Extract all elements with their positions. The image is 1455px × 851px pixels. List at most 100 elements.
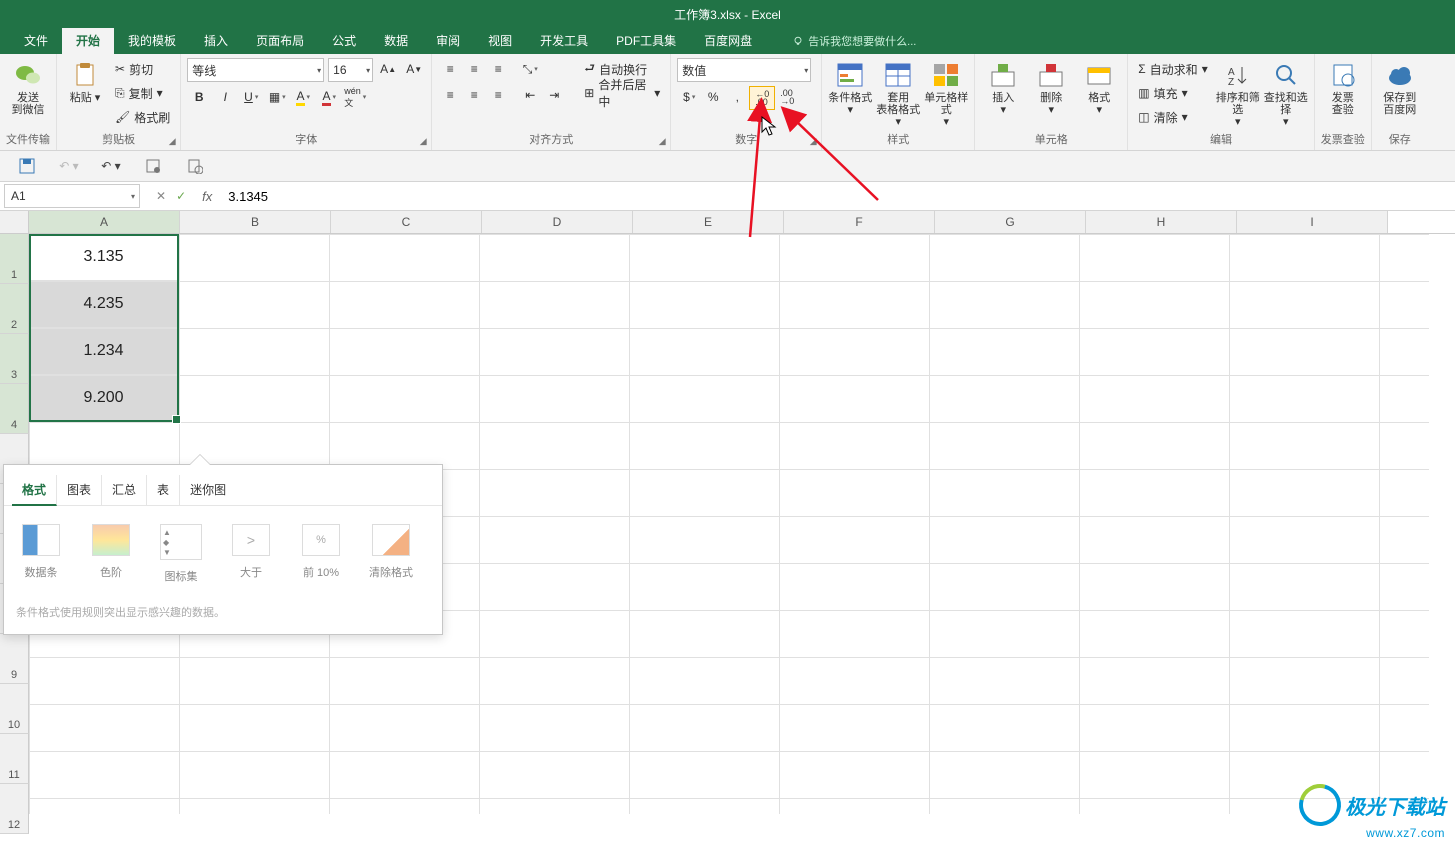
row-header-12[interactable]: 12 bbox=[0, 784, 29, 834]
font-family-combo[interactable]: 等线▾ bbox=[187, 58, 324, 82]
sort-filter-button[interactable]: AZ排序和筛选▾ bbox=[1216, 58, 1260, 131]
cell-styles-button[interactable]: 单元格样式▾ bbox=[924, 58, 968, 131]
cell-A3[interactable]: 1.234 bbox=[29, 328, 179, 375]
invoice-check-button[interactable]: 发票 查验 bbox=[1321, 58, 1365, 131]
qa-databar[interactable]: 数据条 bbox=[14, 524, 68, 584]
qa-greater-than[interactable]: >大于 bbox=[224, 524, 278, 584]
align-center-button[interactable]: ≡ bbox=[462, 84, 486, 106]
autosum-button[interactable]: Σ自动求和 ▾ bbox=[1134, 58, 1211, 80]
font-color-button[interactable]: A bbox=[317, 86, 341, 108]
col-header-H[interactable]: H bbox=[1086, 211, 1237, 233]
decrease-font-button[interactable]: A▼ bbox=[403, 58, 425, 80]
phonetic-button[interactable]: wén文 bbox=[343, 86, 367, 108]
underline-button[interactable]: U bbox=[239, 86, 263, 108]
number-launcher[interactable]: ◢ bbox=[807, 136, 819, 148]
qa-colorscale[interactable]: 色阶 bbox=[84, 524, 138, 584]
qa-iconset[interactable]: ▲◆▼图标集 bbox=[154, 524, 208, 584]
align-top-button[interactable]: ≡ bbox=[438, 58, 462, 80]
tell-me-search[interactable]: 告诉我您想要做什么... bbox=[786, 28, 922, 54]
fill-button[interactable]: ▥填充 ▾ bbox=[1134, 82, 1211, 104]
print-preview-button[interactable] bbox=[182, 155, 208, 177]
qa-tab-totals[interactable]: 汇总 bbox=[102, 475, 147, 505]
paste-button[interactable]: 粘贴 ▾ bbox=[63, 58, 107, 131]
merge-center-button[interactable]: ⊞合并后居中 ▾ bbox=[580, 82, 664, 104]
indent-decrease-button[interactable]: ⇤ bbox=[518, 84, 542, 106]
comma-button[interactable]: , bbox=[725, 86, 749, 108]
qa-tab-chart[interactable]: 图表 bbox=[57, 475, 102, 505]
row-header-1[interactable]: 1 bbox=[0, 234, 29, 284]
clipboard-launcher[interactable]: ◢ bbox=[166, 136, 178, 148]
cancel-formula-button[interactable]: ✕ bbox=[156, 189, 166, 203]
cut-button[interactable]: ✂剪切 bbox=[111, 58, 174, 80]
tab-baidu[interactable]: 百度网盘 bbox=[690, 27, 766, 54]
row-header-3[interactable]: 3 bbox=[0, 334, 29, 384]
row-header-4[interactable]: 4 bbox=[0, 384, 29, 434]
col-header-C[interactable]: C bbox=[331, 211, 482, 233]
currency-button[interactable]: $ bbox=[677, 86, 701, 108]
insert-cells-button[interactable]: 插入▾ bbox=[981, 58, 1025, 131]
copy-button[interactable]: ⎘复制 ▾ bbox=[111, 82, 174, 104]
cell-area[interactable]: /* cells drawn below via absolutely-posi… bbox=[29, 234, 1429, 814]
row-header-2[interactable]: 2 bbox=[0, 284, 29, 334]
tab-file[interactable]: 文件 bbox=[10, 27, 62, 54]
tab-pdf[interactable]: PDF工具集 bbox=[602, 27, 690, 54]
touch-mode-button[interactable] bbox=[140, 155, 166, 177]
qa-top10[interactable]: %前 10% bbox=[294, 524, 348, 584]
name-box[interactable]: A1▾ bbox=[4, 184, 140, 208]
number-format-combo[interactable]: 数值▾ bbox=[677, 58, 811, 82]
decrease-decimal-button[interactable]: .00→0 bbox=[775, 86, 799, 108]
fx-icon[interactable]: fx bbox=[202, 189, 212, 204]
font-launcher[interactable]: ◢ bbox=[417, 136, 429, 148]
formula-input[interactable] bbox=[222, 185, 1455, 207]
enter-formula-button[interactable]: ✓ bbox=[176, 189, 186, 203]
col-header-D[interactable]: D bbox=[482, 211, 633, 233]
select-all-corner[interactable] bbox=[0, 211, 29, 233]
tab-insert[interactable]: 插入 bbox=[190, 27, 242, 54]
tab-view[interactable]: 视图 bbox=[474, 27, 526, 54]
orientation-button[interactable]: ⤡ bbox=[518, 58, 542, 80]
tab-data[interactable]: 数据 bbox=[370, 27, 422, 54]
tab-formula[interactable]: 公式 bbox=[318, 27, 370, 54]
cell-A4[interactable]: 9.200 bbox=[29, 375, 179, 422]
undo-button[interactable]: ↶ ▾ bbox=[98, 155, 124, 177]
increase-font-button[interactable]: A▲ bbox=[377, 58, 399, 80]
tab-dev[interactable]: 开发工具 bbox=[526, 27, 602, 54]
send-to-wechat-button[interactable]: 发送 到微信 bbox=[6, 58, 50, 131]
row-header-9[interactable]: 9 bbox=[0, 634, 29, 684]
font-size-combo[interactable]: 16▾ bbox=[328, 58, 373, 82]
align-launcher[interactable]: ◢ bbox=[656, 136, 668, 148]
col-header-I[interactable]: I bbox=[1237, 211, 1388, 233]
indent-increase-button[interactable]: ⇥ bbox=[542, 84, 566, 106]
row-header-11[interactable]: 11 bbox=[0, 734, 29, 784]
col-header-B[interactable]: B bbox=[180, 211, 331, 233]
row-header-10[interactable]: 10 bbox=[0, 684, 29, 734]
delete-cells-button[interactable]: 删除▾ bbox=[1029, 58, 1073, 131]
save-baidu-button[interactable]: 保存到 百度网 bbox=[1378, 58, 1422, 131]
percent-button[interactable]: % bbox=[701, 86, 725, 108]
format-cells-button[interactable]: 格式▾ bbox=[1077, 58, 1121, 131]
col-header-E[interactable]: E bbox=[633, 211, 784, 233]
qa-tab-table[interactable]: 表 bbox=[147, 475, 180, 505]
tab-layout[interactable]: 页面布局 bbox=[242, 27, 318, 54]
align-right-button[interactable]: ≡ bbox=[486, 84, 510, 106]
col-header-F[interactable]: F bbox=[784, 211, 935, 233]
increase-decimal-button[interactable]: ←0.00 bbox=[749, 86, 775, 110]
cell-A1[interactable]: 3.135 bbox=[29, 234, 179, 281]
tab-templates[interactable]: 我的模板 bbox=[114, 27, 190, 54]
italic-button[interactable]: I bbox=[213, 86, 237, 108]
col-header-A[interactable]: A bbox=[29, 211, 180, 233]
align-middle-button[interactable]: ≡ bbox=[462, 58, 486, 80]
conditional-format-button[interactable]: 条件格式▾ bbox=[828, 58, 872, 131]
clear-button[interactable]: ◫清除 ▾ bbox=[1134, 106, 1211, 128]
align-left-button[interactable]: ≡ bbox=[438, 84, 462, 106]
tab-home[interactable]: 开始 bbox=[62, 27, 114, 54]
bold-button[interactable]: B bbox=[187, 86, 211, 108]
col-header-G[interactable]: G bbox=[935, 211, 1086, 233]
align-bottom-button[interactable]: ≡ bbox=[486, 58, 510, 80]
fill-color-button[interactable]: A bbox=[291, 86, 315, 108]
table-format-button[interactable]: 套用 表格格式 ▾ bbox=[876, 58, 920, 131]
format-painter-button[interactable]: 🖌格式刷 bbox=[111, 106, 174, 128]
worksheet[interactable]: A B C D E F G H I 1 2 3 4 9 10 11 12 /* … bbox=[0, 211, 1455, 851]
tab-review[interactable]: 审阅 bbox=[422, 27, 474, 54]
qa-tab-spark[interactable]: 迷你图 bbox=[180, 475, 236, 505]
